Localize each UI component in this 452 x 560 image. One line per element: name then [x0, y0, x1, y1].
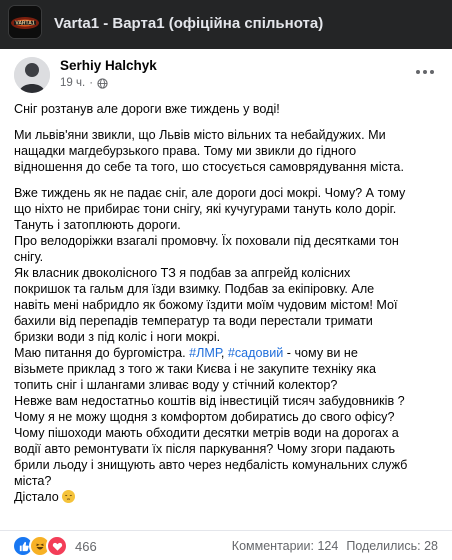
love-icon	[46, 535, 68, 557]
group-avatar[interactable]: VARTA1	[9, 6, 41, 38]
dot-icon	[430, 70, 434, 74]
question-intro: Маю питання до бургомістра.	[14, 346, 186, 360]
post-paragraph: Сніг розтанув але дороги вже тиждень у в…	[14, 102, 280, 116]
hashtag-sadovyi[interactable]: #садовий	[228, 346, 283, 360]
more-options-button[interactable]	[412, 61, 438, 83]
pensive-face-icon	[62, 490, 76, 503]
shares-count[interactable]: Поделились: 28	[346, 539, 438, 553]
post-paragraph: Вже тиждень як не падає сніг, але дороги…	[14, 186, 406, 344]
dot-icon	[423, 70, 427, 74]
group-header: VARTA1 Varta1 - Варта1 (офіційна спільно…	[0, 0, 452, 49]
comments-count[interactable]: Комментарии: 124	[232, 539, 339, 553]
question-text: - чому ви не візьмете приклад з того ж т…	[14, 346, 408, 504]
post-meta: 19 ч. ·	[60, 77, 108, 89]
hashtag-lmr[interactable]: #ЛМР	[189, 346, 221, 360]
footer-stats: Комментарии: 124 Поделились: 28	[232, 539, 438, 553]
reaction-count: 466	[75, 538, 97, 554]
reactions-summary[interactable]: 466	[12, 535, 97, 557]
post-paragraph: Ми львів'яни звикли, що Львів місто віль…	[14, 128, 404, 174]
post-footer: 466 Комментарии: 124 Поделились: 28	[0, 530, 452, 560]
hashtag-separator: ,	[220, 346, 228, 360]
post-header: Serhiy Halchyk 19 ч. ·	[0, 49, 452, 99]
varta1-logo-icon: VARTA1	[9, 6, 41, 38]
person-photo-icon	[14, 57, 50, 93]
svg-text:VARTA1: VARTA1	[15, 21, 34, 27]
author-avatar[interactable]	[14, 57, 50, 93]
post-paragraph-last: Маю питання до бургомістра. #ЛМР, #садов…	[14, 345, 438, 505]
dot-icon	[416, 70, 420, 74]
post-time[interactable]: 19 ч.	[60, 77, 85, 89]
globe-icon	[97, 77, 108, 89]
post-text: Сніг розтанув але дороги вже тиждень у в…	[14, 101, 438, 505]
group-title[interactable]: Varta1 - Варта1 (офіційна спільнота)	[54, 15, 323, 32]
author-name[interactable]: Serhiy Halchyk	[60, 58, 157, 73]
